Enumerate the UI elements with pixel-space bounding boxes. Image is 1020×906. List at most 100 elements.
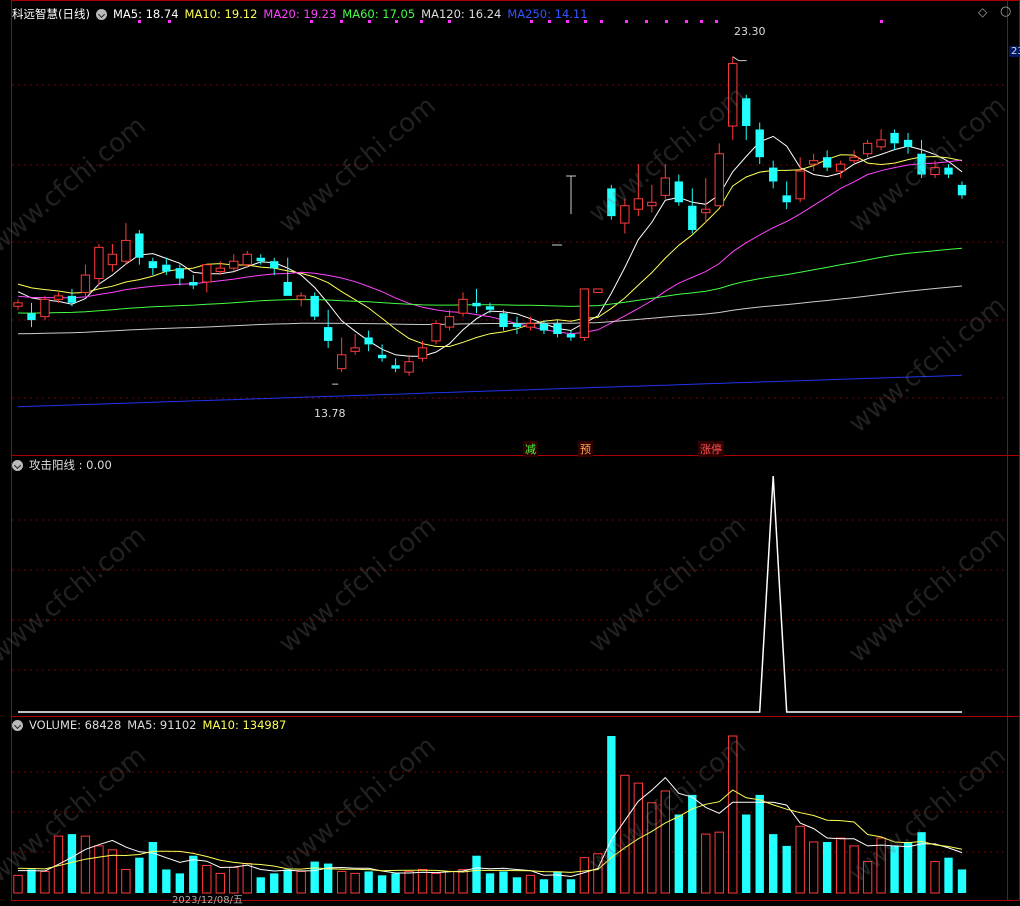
- volume-bar: [472, 855, 481, 893]
- candle-body: [229, 260, 239, 269]
- candle-body: [377, 354, 387, 359]
- high-price-label: 23.30: [734, 25, 766, 38]
- volume-bar: [849, 845, 859, 894]
- candle-body: [553, 323, 562, 334]
- candle-body: [40, 298, 50, 318]
- volume-bar: [242, 863, 252, 894]
- candle-body: [539, 323, 549, 331]
- chevron-down-icon[interactable]: [12, 719, 23, 731]
- chevron-down-icon[interactable]: [95, 8, 107, 20]
- volume-bar: [525, 874, 536, 894]
- candle-body: [755, 129, 764, 158]
- candle-body: [323, 327, 333, 341]
- volume-ma5-label: MA5: 91102: [127, 718, 197, 732]
- candle-body: [607, 188, 616, 217]
- volume-bar: [633, 782, 644, 894]
- volume-bar: [189, 855, 198, 893]
- candle-body: [579, 288, 590, 338]
- date-label: 2023/12/08/五: [172, 895, 244, 906]
- volume-bar: [485, 873, 495, 893]
- volume-bar: [256, 877, 265, 893]
- volume-bar: [350, 872, 360, 894]
- volume-bar: [377, 875, 387, 893]
- ma10-line: [17, 154, 963, 347]
- volume-bar: [512, 877, 522, 893]
- close-icon[interactable]: ○: [1000, 4, 1011, 19]
- volume-bar: [202, 865, 212, 894]
- volume-bar: [688, 794, 697, 893]
- candle-body: [714, 153, 724, 207]
- volume-bar: [957, 869, 967, 893]
- volume-panel-header: VOLUME: 68428 MA5: 91102 MA10: 134987: [12, 717, 292, 733]
- volume-bar: [458, 868, 468, 894]
- candle-body: [431, 323, 441, 342]
- volume-bar: [404, 870, 414, 894]
- volume-bar: [890, 845, 899, 893]
- signal-dot: [625, 20, 628, 23]
- volume-bar: [539, 879, 549, 893]
- candle-body: [444, 316, 455, 328]
- volume-ma10-line: [17, 789, 963, 873]
- indicator-panel-header: 攻击阳线 : 0.00: [12, 457, 118, 473]
- volume-bar: [876, 837, 886, 894]
- candle-body: [782, 195, 791, 203]
- candle-body: [512, 323, 522, 328]
- candle-body: [849, 156, 859, 162]
- candle-body: [930, 167, 940, 176]
- stock-period: (日线): [58, 7, 90, 21]
- volume-bar: [647, 802, 657, 894]
- candle-body: [742, 98, 751, 126]
- volume-bar: [444, 870, 455, 894]
- candle-body: [189, 282, 198, 286]
- candle-body: [417, 347, 428, 359]
- candle-body: [485, 306, 495, 310]
- candle-body: [121, 239, 131, 262]
- candle-body: [835, 163, 846, 172]
- volume-bar: [80, 835, 91, 894]
- ma5-label: MA5: 18.74: [112, 7, 179, 21]
- candle-body: [525, 323, 536, 328]
- ma20-label: MA20: 19.23: [263, 7, 337, 21]
- candle-body: [917, 153, 926, 175]
- volume-bar: [310, 861, 319, 893]
- volume-bar: [782, 845, 791, 893]
- candle-body: [364, 337, 373, 345]
- chevron-down-icon[interactable]: [12, 459, 23, 471]
- volume-bar: [336, 870, 347, 894]
- candle-body: [283, 282, 292, 296]
- volume-bar: [835, 837, 846, 894]
- candle-body: [728, 63, 738, 127]
- high-pointer: [732, 56, 747, 62]
- volume-bar: [431, 872, 441, 894]
- volume-ma10-label: MA10: 134987: [202, 718, 287, 732]
- volume-bar: [148, 841, 158, 893]
- diamond-icon[interactable]: ◇: [978, 5, 987, 19]
- volume-bar: [593, 853, 603, 894]
- volume-bar: [364, 871, 373, 893]
- candle-body: [876, 139, 886, 148]
- candle-body: [957, 184, 967, 196]
- candle-body: [633, 198, 644, 210]
- candle-body: [80, 274, 91, 293]
- stock-name[interactable]: 科远智慧: [12, 6, 58, 22]
- volume-bar: [674, 814, 683, 893]
- right-price-tag: 23: [1009, 46, 1020, 57]
- volume-bar: [795, 825, 805, 894]
- volume-bar: [283, 869, 292, 893]
- kline-chart[interactable]: [0, 0, 1020, 901]
- volume-bar: [714, 831, 724, 894]
- price-panel-header: 科远智慧 (日线) MA5: 18.74 MA10: 19.12 MA20: 1…: [12, 6, 594, 22]
- volume-bar: [660, 790, 670, 894]
- indicator-label: 攻击阳线 : 0.00: [29, 458, 112, 472]
- volume-bar: [229, 866, 239, 894]
- candle-body: [256, 257, 265, 262]
- signal-dot: [700, 20, 703, 23]
- candle-body: [242, 253, 252, 266]
- candle-body: [944, 167, 953, 175]
- signal-dot: [685, 20, 688, 23]
- candle-body: [175, 268, 185, 279]
- candle-body: [67, 295, 77, 303]
- signal-dot: [880, 20, 883, 23]
- volume-bar: [742, 814, 751, 893]
- volume-bar: [27, 869, 36, 893]
